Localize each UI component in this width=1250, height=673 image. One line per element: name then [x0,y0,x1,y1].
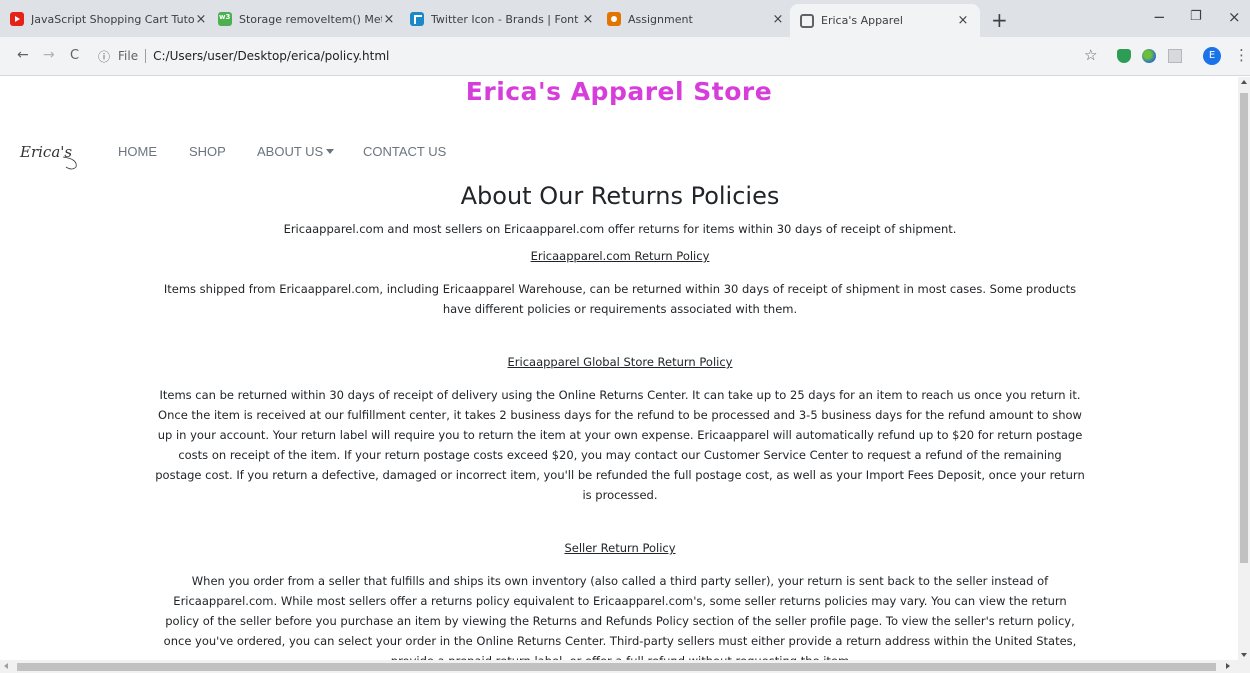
browser-toolbar: ← → C ⓘ File C:/Users/user/Desktop/erica… [0,37,1250,76]
intro-paragraph: Ericaapparel.com and most sellers on Eri… [283,222,957,236]
close-window-button[interactable]: × [1228,8,1241,26]
w3schools-icon [218,12,232,26]
scheme-label: File [118,49,139,63]
policy-content: About Our Returns Policies Ericaapparel.… [155,179,1085,660]
logo-text: Erica's [19,143,72,161]
caret-down-icon [326,149,335,154]
section-body-seller: When you order from a seller that fulfil… [163,574,1077,660]
section-body-ericaapparel: Items shipped from Ericaapparel.com, inc… [163,282,1077,316]
address-divider [145,49,147,63]
section-heading-ericaapparel: Ericaapparel.com Return Policy [530,249,710,263]
font-awesome-icon [410,12,424,26]
url-text[interactable]: C:/Users/user/Desktop/erica/policy.html [153,49,389,63]
tab-javascript-shopping-cart[interactable]: JavaScript Shopping Cart Tutorial × [10,6,208,32]
tab-title: Assignment [628,12,693,26]
back-arrow-icon[interactable]: ← [17,47,29,63]
scroll-left-arrow-icon[interactable] [4,663,8,669]
tab-title: Twitter Icon - Brands | Font Awesome [431,12,581,26]
close-tab-icon[interactable]: × [581,12,595,27]
forward-arrow-icon[interactable]: → [43,47,55,63]
tab-title: JavaScript Shopping Cart Tutorial [31,12,194,26]
close-tab-icon[interactable]: × [956,13,970,28]
horizontal-scroll-thumb[interactable] [17,663,1216,671]
page-viewport: Erica's Apparel Store Erica's HOME SHOP … [0,77,1238,660]
scroll-down-arrow-icon[interactable] [1241,653,1247,657]
nav-about-us-dropdown[interactable]: ABOUT US [257,144,335,159]
nav-contact-us-link[interactable]: CONTACT US [363,144,446,159]
bookmark-star-icon[interactable]: ☆ [1084,46,1097,64]
restore-button[interactable]: ❐ [1190,9,1202,24]
youtube-icon [10,12,24,26]
scroll-up-arrow-icon[interactable] [1241,80,1247,84]
vertical-scrollbar[interactable] [1238,77,1250,660]
section-heading-seller: Seller Return Policy [564,541,676,555]
pdf-extension-icon[interactable] [1168,49,1182,63]
page-title: About Our Returns Policies [460,182,780,210]
browser-menu-icon[interactable]: ⋮ [1234,46,1249,64]
store-title: Erica's Apparel Store [465,77,773,106]
site-navbar: Erica's HOME SHOP ABOUT US CONTACT US [0,137,1238,171]
info-icon[interactable]: ⓘ [98,48,110,65]
close-tab-icon[interactable]: × [382,12,396,27]
shield-extension-icon[interactable] [1117,49,1131,63]
tab-assignment[interactable]: Assignment × [607,6,785,32]
nav-home-link[interactable]: HOME [118,144,157,159]
nav-about-us-label: ABOUT US [257,144,324,159]
section-body-global-store: Items can be returned within 30 days of … [155,388,1085,502]
reload-icon[interactable]: C [70,48,79,63]
address-bar[interactable]: ⓘ File C:/Users/user/Desktop/erica/polic… [98,43,1078,69]
tab-twitter-icon-font-awesome[interactable]: Twitter Icon - Brands | Font Awesome × [410,6,595,32]
globe-icon [800,13,814,28]
new-tab-button[interactable]: + [991,8,1008,32]
section-heading-global-store: Ericaapparel Global Store Return Policy [507,355,733,369]
tab-storage-removeitem[interactable]: Storage removeItem() Method × [218,6,396,32]
minimize-button[interactable]: − [1153,8,1166,26]
scroll-right-arrow-icon[interactable] [1226,663,1230,669]
nav-shop-link[interactable]: SHOP [189,144,226,159]
tab-title: Erica's Apparel [821,14,903,27]
vertical-scroll-thumb[interactable] [1240,93,1248,563]
globe-extension-icon[interactable] [1142,49,1156,63]
close-tab-icon[interactable]: × [771,12,785,27]
tab-ericas-apparel[interactable]: Erica's Apparel × [790,4,980,37]
horizontal-scrollbar[interactable] [0,660,1250,673]
ericas-logo[interactable]: Erica's [18,137,84,171]
assignment-icon [607,12,621,26]
close-tab-icon[interactable]: × [194,12,208,27]
tab-title: Storage removeItem() Method [239,12,382,26]
profile-avatar[interactable]: E [1203,47,1221,65]
tab-strip: JavaScript Shopping Cart Tutorial × Stor… [0,0,1250,37]
